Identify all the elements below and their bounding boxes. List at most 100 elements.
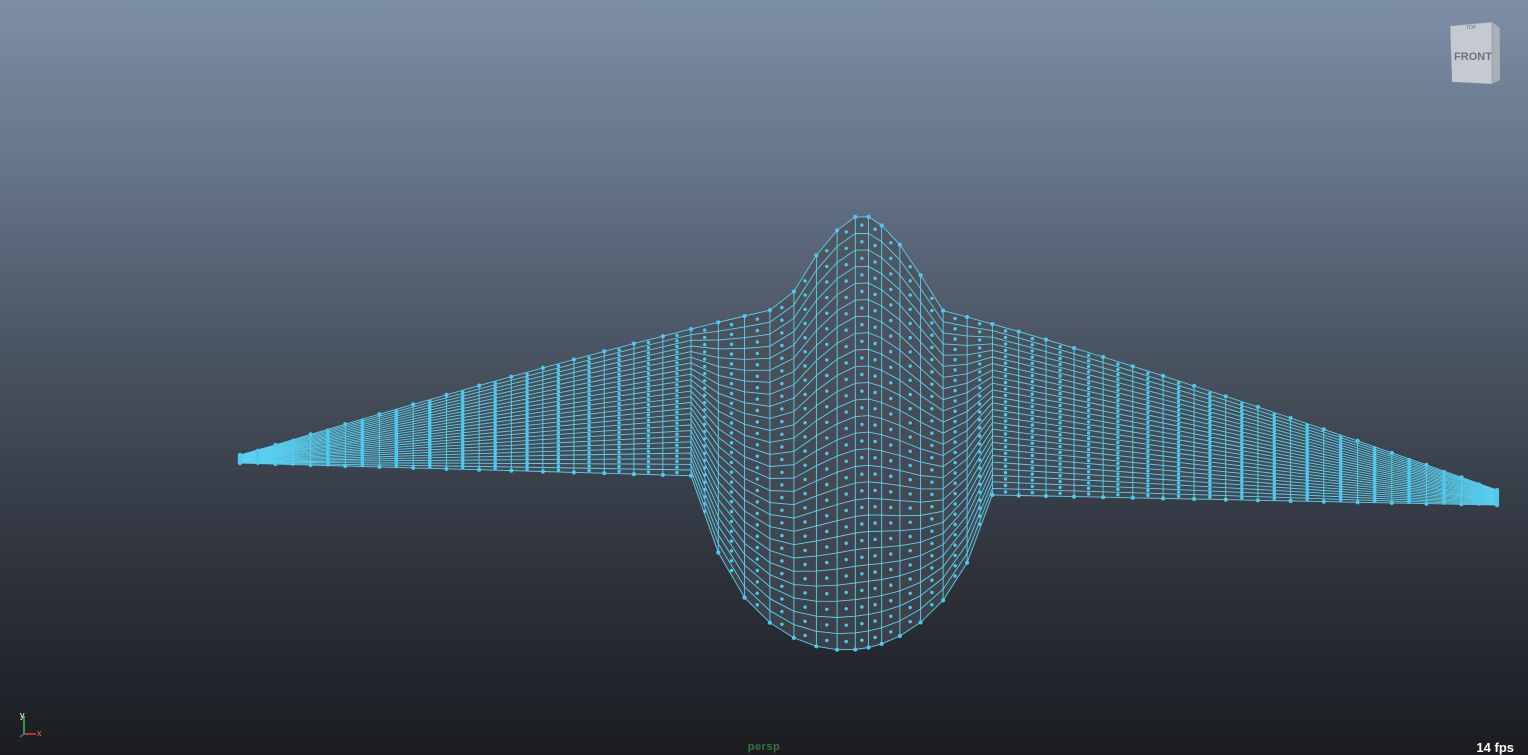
mesh-vertex[interactable]: [978, 426, 982, 430]
mesh-vertex[interactable]: [930, 492, 934, 497]
mesh-vertex[interactable]: [1003, 329, 1008, 333]
mesh-vertex[interactable]: [941, 308, 946, 313]
mesh-vertex[interactable]: [703, 400, 707, 405]
mesh-vertex[interactable]: [675, 432, 679, 436]
mesh-vertex[interactable]: [1176, 404, 1181, 408]
mesh-vertex[interactable]: [908, 336, 912, 340]
mesh-vertex[interactable]: [844, 459, 848, 463]
mesh-vertex[interactable]: [889, 552, 893, 556]
mesh-vertex[interactable]: [729, 381, 734, 386]
mesh-vertex[interactable]: [1146, 391, 1150, 395]
mesh-vertex[interactable]: [525, 460, 529, 464]
mesh-vertex[interactable]: [1003, 445, 1008, 449]
mesh-vertex[interactable]: [587, 446, 591, 450]
mesh-vertex[interactable]: [803, 392, 807, 397]
mesh-vertex[interactable]: [860, 372, 864, 377]
mesh-vertex[interactable]: [461, 441, 465, 446]
mesh-vertex[interactable]: [1240, 477, 1244, 481]
mesh-vertex[interactable]: [978, 322, 982, 326]
mesh-vertex[interactable]: [1240, 432, 1244, 436]
mesh-vertex[interactable]: [729, 421, 734, 425]
mesh-vertex[interactable]: [930, 419, 934, 423]
mesh-vertex[interactable]: [953, 378, 957, 382]
mesh-vertex[interactable]: [631, 341, 637, 346]
mesh-vertex[interactable]: [1043, 493, 1049, 499]
mesh-vertex[interactable]: [461, 390, 465, 394]
mesh-vertex[interactable]: [930, 296, 934, 301]
mesh-vertex[interactable]: [493, 381, 497, 385]
mesh-vertex[interactable]: [493, 398, 497, 402]
mesh-vertex[interactable]: [1146, 464, 1150, 468]
mesh-vertex[interactable]: [1058, 356, 1062, 361]
mesh-vertex[interactable]: [1305, 471, 1309, 475]
mesh-vertex[interactable]: [1477, 502, 1481, 506]
mesh-vertex[interactable]: [803, 364, 807, 368]
mesh-vertex[interactable]: [646, 351, 651, 355]
mesh-vertex[interactable]: [1058, 368, 1062, 372]
mesh-vertex[interactable]: [742, 595, 747, 600]
mesh-vertex[interactable]: [844, 623, 848, 627]
mesh-vertex[interactable]: [803, 449, 807, 453]
mesh-vertex[interactable]: [729, 519, 734, 524]
mesh-vertex[interactable]: [646, 459, 651, 464]
mesh-vertex[interactable]: [860, 472, 864, 476]
mesh-vertex[interactable]: [889, 396, 893, 401]
mesh-vertex[interactable]: [461, 393, 465, 397]
mesh-vertex[interactable]: [703, 386, 707, 390]
mesh-vertex[interactable]: [461, 460, 465, 464]
mesh-vertex[interactable]: [1161, 373, 1166, 378]
mesh-vertex[interactable]: [587, 356, 591, 360]
mesh-vertex[interactable]: [703, 379, 707, 383]
mesh-vertex[interactable]: [1272, 470, 1277, 474]
mesh-vertex[interactable]: [1030, 349, 1035, 353]
mesh-vertex[interactable]: [1003, 361, 1008, 365]
mesh-vertex[interactable]: [873, 472, 877, 476]
mesh-vertex[interactable]: [908, 392, 912, 397]
mesh-vertex[interactable]: [1003, 387, 1008, 391]
mesh-vertex[interactable]: [1086, 447, 1091, 452]
mesh-vertex[interactable]: [1058, 391, 1062, 396]
mesh-vertex[interactable]: [953, 358, 957, 362]
mesh-vertex[interactable]: [461, 426, 465, 430]
mesh-vertex[interactable]: [1030, 429, 1035, 433]
mesh-vertex[interactable]: [646, 346, 651, 350]
mesh-vertex[interactable]: [675, 394, 679, 398]
mesh-vertex[interactable]: [461, 420, 465, 424]
mesh-vertex[interactable]: [873, 276, 877, 280]
mesh-vertex[interactable]: [703, 444, 707, 448]
mesh-vertex[interactable]: [1305, 426, 1309, 430]
mesh-vertex[interactable]: [729, 470, 734, 474]
mesh-vertex[interactable]: [617, 464, 621, 469]
mesh-vertex[interactable]: [1442, 501, 1446, 505]
mesh-vertex[interactable]: [1003, 451, 1008, 455]
mesh-vertex[interactable]: [1146, 479, 1150, 483]
mesh-vertex[interactable]: [755, 603, 759, 607]
mesh-vertex[interactable]: [1272, 497, 1277, 501]
mesh-vertex[interactable]: [889, 350, 893, 354]
mesh-vertex[interactable]: [1086, 464, 1091, 468]
mesh-vertex[interactable]: [675, 372, 679, 376]
mesh-vertex[interactable]: [587, 360, 591, 364]
mesh-vertex[interactable]: [461, 408, 465, 412]
mesh-vertex[interactable]: [1086, 459, 1091, 463]
mesh-vertex[interactable]: [953, 512, 957, 516]
mesh-vertex[interactable]: [1176, 444, 1181, 449]
mesh-vertex[interactable]: [1240, 481, 1244, 485]
mesh-vertex[interactable]: [1305, 474, 1309, 478]
mesh-vertex[interactable]: [587, 392, 591, 396]
mesh-vertex[interactable]: [716, 550, 721, 555]
mesh-vertex[interactable]: [791, 289, 797, 294]
mesh-vertex[interactable]: [617, 358, 621, 362]
mesh-vertex[interactable]: [493, 401, 497, 406]
mesh-vertex[interactable]: [873, 570, 877, 574]
mesh-vertex[interactable]: [1255, 404, 1260, 410]
mesh-vertex[interactable]: [525, 433, 529, 437]
mesh-vertex[interactable]: [1116, 399, 1120, 403]
mesh-vertex[interactable]: [1030, 355, 1035, 359]
mesh-vertex[interactable]: [377, 464, 382, 469]
mesh-vertex[interactable]: [873, 407, 877, 411]
mesh-vertex[interactable]: [860, 588, 864, 593]
mesh-vertex[interactable]: [556, 405, 561, 410]
mesh-vertex[interactable]: [1086, 420, 1091, 424]
mesh-vertex[interactable]: [1192, 496, 1197, 502]
